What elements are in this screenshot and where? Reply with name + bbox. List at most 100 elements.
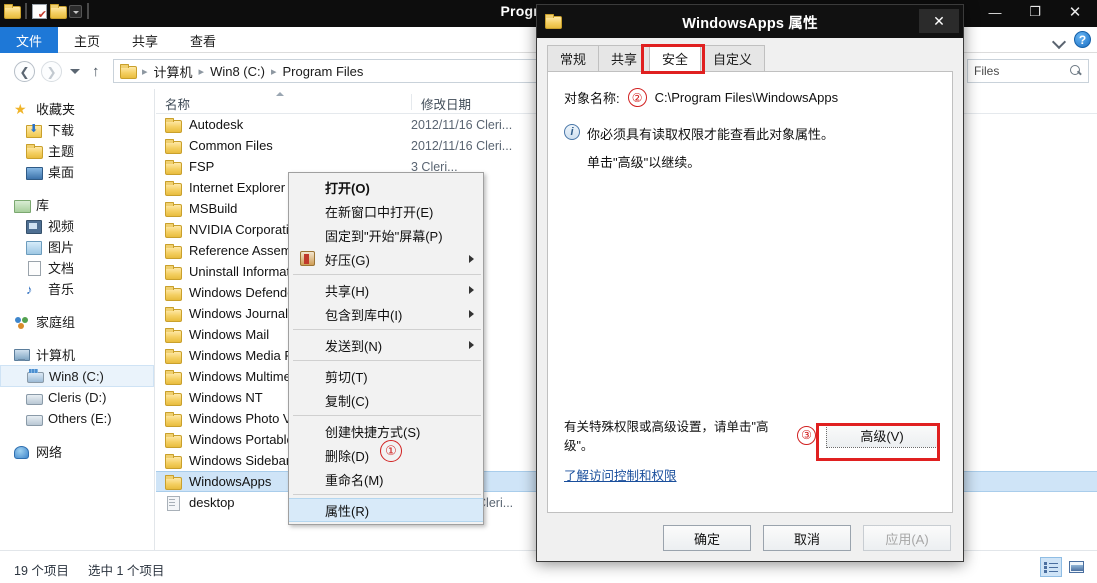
menu-item[interactable]: 发送到(N) bbox=[289, 333, 483, 357]
dialog-title-bar: WindowsApps 属性 ✕ bbox=[537, 5, 963, 38]
dialog-close-button[interactable]: ✕ bbox=[919, 9, 959, 33]
menu-item[interactable]: 共享(H) bbox=[289, 278, 483, 302]
permission-info-text: 你必须具有读取权限才能查看此对象属性。 bbox=[587, 127, 835, 142]
sort-ascending-icon bbox=[276, 92, 284, 96]
nav-label: 图片 bbox=[48, 240, 75, 255]
ok-button[interactable]: 确定 bbox=[663, 525, 751, 551]
close-button[interactable]: ✕ bbox=[1055, 1, 1095, 23]
nav-group-libraries[interactable]: 库 bbox=[0, 194, 154, 215]
sidebar-item-cleris-d[interactable]: Cleris (D:) bbox=[0, 387, 154, 408]
learn-access-control-link[interactable]: 了解访问控制和权限 bbox=[564, 465, 677, 484]
back-button[interactable]: ❮ bbox=[14, 61, 35, 82]
chevron-down-icon[interactable] bbox=[1052, 33, 1066, 47]
menu-item[interactable]: 固定到"开始"屏幕(P) bbox=[289, 223, 483, 247]
cancel-button[interactable]: 取消 bbox=[763, 525, 851, 551]
menu-separator bbox=[293, 360, 481, 361]
folder-icon bbox=[165, 432, 182, 448]
sidebar-item-pictures[interactable]: 图片 bbox=[0, 236, 154, 257]
recent-locations-icon[interactable] bbox=[68, 65, 81, 78]
search-icon[interactable] bbox=[1070, 65, 1082, 77]
tab-customize[interactable]: 自定义 bbox=[700, 45, 766, 72]
annotation-marker-3: ③ bbox=[797, 425, 816, 445]
menu-item[interactable]: 在新窗口中打开(E) bbox=[289, 199, 483, 223]
menu-item-label: 复制(C) bbox=[325, 393, 370, 409]
menu-item[interactable]: 创建快捷方式(S) bbox=[289, 419, 483, 443]
permission-info-row: i 你必须具有读取权限才能查看此对象属性。 bbox=[564, 124, 940, 143]
tiles-view-icon bbox=[1068, 561, 1084, 573]
menu-item[interactable]: 重命名(M) bbox=[289, 467, 483, 491]
nav-label: Others (E:) bbox=[48, 411, 112, 426]
folder-icon bbox=[120, 64, 137, 79]
menu-item[interactable]: 包含到库中(I) bbox=[289, 302, 483, 326]
breadcrumb-item-win8[interactable]: Win8 (C:) bbox=[210, 64, 265, 79]
column-header-date[interactable]: 修改日期 bbox=[411, 94, 471, 112]
menu-separator bbox=[293, 329, 481, 330]
dialog-title: WindowsApps 属性 bbox=[682, 16, 818, 32]
menu-item[interactable]: 打开(O) bbox=[289, 175, 483, 199]
view-mode-buttons[interactable] bbox=[1040, 557, 1087, 577]
sidebar-item-documents[interactable]: 文档 bbox=[0, 257, 154, 278]
menu-separator bbox=[293, 274, 481, 275]
folder-icon bbox=[165, 453, 182, 469]
folder-icon bbox=[165, 474, 182, 490]
menu-item[interactable]: 属性(R) bbox=[289, 498, 483, 522]
tab-view[interactable]: 查看 bbox=[174, 27, 232, 53]
info-icon: i bbox=[564, 124, 580, 140]
file-name: Autodesk bbox=[189, 117, 244, 132]
menu-item-label: 共享(H) bbox=[325, 283, 370, 299]
menu-item[interactable]: 复制(C) bbox=[289, 388, 483, 412]
tab-file[interactable]: 文件 bbox=[0, 27, 59, 53]
file-icon bbox=[165, 495, 181, 511]
tiles-view-button[interactable] bbox=[1065, 557, 1087, 577]
folder-icon bbox=[165, 390, 182, 406]
dialog-buttons[interactable]: 确定 取消 应用(A) bbox=[663, 525, 951, 551]
sidebar-item-music[interactable]: ♪ 音乐 bbox=[0, 278, 154, 299]
nav-label: 桌面 bbox=[48, 165, 75, 180]
sidebar-item-themes[interactable]: 主题 bbox=[0, 140, 154, 161]
sidebar-item-win8-c[interactable]: Win8 (C:) bbox=[0, 365, 154, 387]
nav-label: 文档 bbox=[48, 261, 75, 276]
window-controls[interactable]: — ❐ ✕ bbox=[975, 1, 1095, 23]
minimize-button[interactable]: — bbox=[975, 1, 1015, 23]
sidebar-item-others-e[interactable]: Others (E:) bbox=[0, 408, 154, 429]
nav-label: 计算机 bbox=[36, 348, 76, 363]
computer-icon bbox=[14, 348, 30, 362]
sidebar-item-homegroup[interactable]: 家庭组 bbox=[0, 311, 154, 332]
sidebar-item-videos[interactable]: 视频 bbox=[0, 215, 154, 236]
music-icon: ♪ bbox=[26, 281, 33, 297]
submenu-arrow-icon bbox=[469, 310, 474, 318]
forward-button[interactable]: ❯ bbox=[41, 61, 62, 82]
tab-home[interactable]: 主页 bbox=[58, 27, 116, 53]
up-button[interactable]: ↑ bbox=[92, 63, 100, 80]
details-view-button[interactable] bbox=[1040, 557, 1062, 577]
network-icon bbox=[14, 445, 30, 459]
nav-group-computer[interactable]: 计算机 bbox=[0, 344, 154, 365]
maximize-button[interactable]: ❐ bbox=[1015, 1, 1055, 23]
help-icon[interactable]: ? bbox=[1074, 31, 1091, 48]
sidebar-item-desktop[interactable]: 桌面 bbox=[0, 161, 154, 182]
star-icon: ★ bbox=[14, 100, 27, 117]
sidebar-item-network[interactable]: 网络 bbox=[0, 441, 154, 462]
file-date: 2012/11/16 Cleri... bbox=[411, 117, 513, 132]
folder-icon bbox=[165, 348, 182, 364]
ribbon-right-controls: ? bbox=[1052, 31, 1091, 48]
menu-item[interactable]: 好压(G) bbox=[289, 247, 483, 271]
nav-group-favorites[interactable]: ★ 收藏夹 bbox=[0, 98, 154, 119]
context-menu[interactable]: 打开(O) 在新窗口中打开(E) 固定到"开始"屏幕(P) 好压(G) 共享(H) 包含到… bbox=[288, 172, 484, 525]
tab-share[interactable]: 共享 bbox=[116, 27, 174, 53]
menu-item[interactable]: 剪切(T) bbox=[289, 364, 483, 388]
library-icon bbox=[14, 198, 31, 213]
folder-icon bbox=[165, 243, 182, 259]
permission-sub-text: 单击"高级"以继续。 bbox=[587, 155, 701, 170]
breadcrumb-item-computer[interactable]: 计算机 bbox=[154, 62, 193, 81]
folder-icon bbox=[165, 117, 182, 133]
tab-general[interactable]: 常规 bbox=[547, 45, 600, 72]
pictures-icon bbox=[26, 240, 42, 255]
folder-icon bbox=[165, 285, 182, 301]
column-header-name[interactable]: 名称 bbox=[165, 94, 190, 113]
breadcrumb-item-program-files[interactable]: Program Files bbox=[283, 64, 364, 79]
sidebar-item-downloads[interactable]: 下载 bbox=[0, 119, 154, 140]
search-input[interactable]: Files bbox=[967, 59, 1089, 83]
